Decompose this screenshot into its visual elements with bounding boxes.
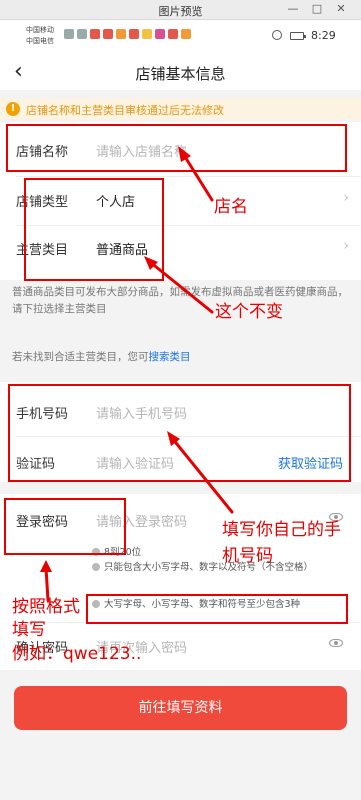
notification-icons [64,29,191,39]
chevron-right-icon: › [343,190,349,206]
warning-banner: ! 店铺名称和主营类目审核通过后无法修改 [0,98,361,120]
page-title: 店铺基本信息 [135,65,226,83]
annotation-box-password [4,498,126,555]
annotation-phone-1: 填写你自己的手 [222,520,341,540]
app-notification-icon [155,29,165,39]
annotation-box-phone [8,384,351,482]
battery-icon [290,32,306,40]
viewer-title: 图片预览 [158,5,203,18]
annotation-box-type-category [24,178,164,281]
maximize-icon[interactable]: □ [309,2,325,15]
eye-icon[interactable] [329,639,343,647]
rule-dot-icon [92,563,100,571]
carrier-info: 中国移动 中国电信 [26,25,54,47]
category-note: 普通商品类目可发布大部分商品，如需发布虚拟商品或者医药健康商品，请下拉选择主营类… [12,286,348,315]
signal-icon [64,29,74,39]
status-bar: 中国移动 中国电信 8:29 [0,20,361,56]
annotation-box-rule [86,594,348,624]
hint-text: 若未找到合适主营类目，您可 [12,351,149,363]
app-notification-icon [90,29,100,39]
warning-icon: ! [6,102,20,116]
signal-icon [77,29,87,39]
app-notification-icon [168,29,178,39]
annotation-format-1: 按照格式 [12,597,80,617]
annotation-phone-2: 机号码 [222,546,273,566]
app-notification-icon [116,29,126,39]
nav-header: ‹ 店铺基本信息 [0,56,361,90]
search-category-link[interactable]: 搜索类目 [149,351,191,363]
category-search-hint: 若未找到合适主营类目，您可搜索类目 [12,349,191,366]
carrier-1: 中国移动 [26,26,54,34]
warning-text: 店铺名称和主营类目审核通过后无法修改 [26,104,224,117]
annotation-store-name: 店名 [214,197,248,217]
status-time: 8:29 [311,29,336,42]
annotation-example: 例如：qwe123.. [12,644,142,664]
app-notification-icon [103,29,113,39]
alarm-icon [272,30,282,40]
password-rule-text: 只能包含大小写字母、数字以及符号（不含空格） [104,562,314,573]
close-icon[interactable]: ✕ [333,2,349,15]
app-notification-icon [129,29,139,39]
app-notification-icon [142,29,152,39]
password-rule-item: 只能包含大小写字母、数字以及符号（不含空格） [92,561,347,574]
chevron-right-icon: › [343,238,349,254]
carrier-2: 中国电信 [26,37,54,45]
viewer-title-bar: 图片预览 — □ ✕ [0,0,361,20]
password-rule-item: 8到20位 [92,546,342,559]
annotation-format-2: 填写 [12,620,46,640]
annotation-unchangeable: 这个不变 [215,302,283,322]
app-notification-icon [181,29,191,39]
submit-button[interactable]: 前往填写资料 [14,686,347,730]
annotation-box-store-name [6,124,347,172]
minimize-icon[interactable]: — [285,2,301,15]
